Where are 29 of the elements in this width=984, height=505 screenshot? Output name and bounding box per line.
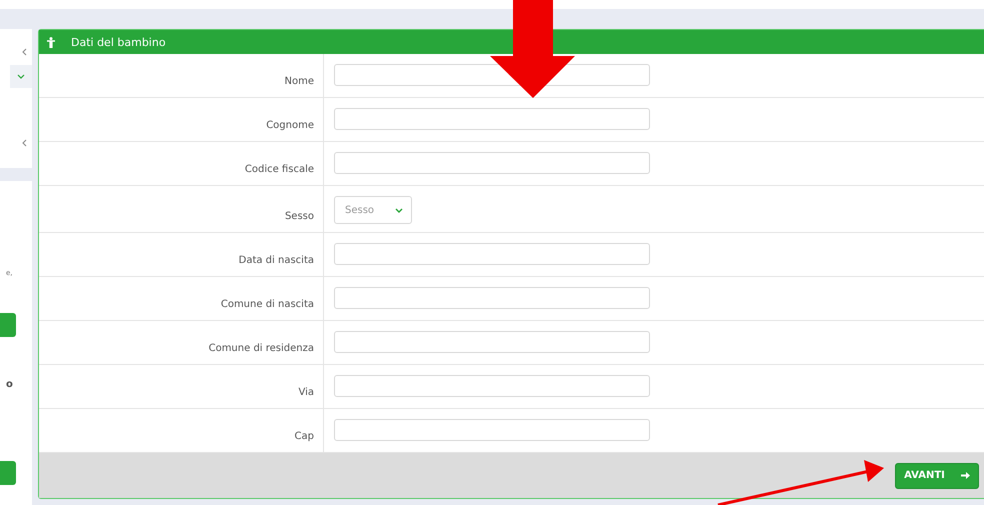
field-label: Data di nascita: [238, 255, 314, 266]
input-field[interactable]: [334, 331, 650, 353]
chevron-down-icon: [17, 74, 25, 79]
field-label: Nome: [284, 76, 314, 87]
chevron-down-icon: [395, 208, 403, 212]
chevron-left-icon[interactable]: [22, 139, 27, 147]
field-label: Comune di nascita: [220, 299, 314, 310]
chevron-left-icon[interactable]: [22, 48, 27, 56]
select-field[interactable]: Sesso: [334, 196, 412, 224]
arrow-right-icon: [960, 471, 970, 480]
field-label: Comune di residenza: [208, 343, 314, 354]
sidebar-item[interactable]: [10, 65, 32, 88]
input-field[interactable]: [334, 375, 650, 397]
field-label: Cognome: [266, 120, 314, 131]
field-label: Via: [298, 387, 314, 398]
input-field[interactable]: [334, 108, 650, 130]
input-field[interactable]: [334, 243, 650, 265]
field-label: Codice fiscale: [244, 164, 314, 175]
sidebar-button[interactable]: [0, 461, 16, 485]
input-field[interactable]: [334, 152, 650, 174]
panel-title: Dati del bambino: [71, 36, 166, 48]
input-field[interactable]: [334, 287, 650, 309]
sidebar-text: o: [6, 379, 13, 390]
sidebar-button[interactable]: [0, 313, 16, 337]
next-button[interactable]: AVANTI: [895, 462, 979, 488]
field-label: Cap: [294, 431, 314, 442]
input-field[interactable]: [334, 419, 650, 441]
child-icon: [47, 36, 55, 48]
field-label: Sesso: [284, 211, 314, 222]
